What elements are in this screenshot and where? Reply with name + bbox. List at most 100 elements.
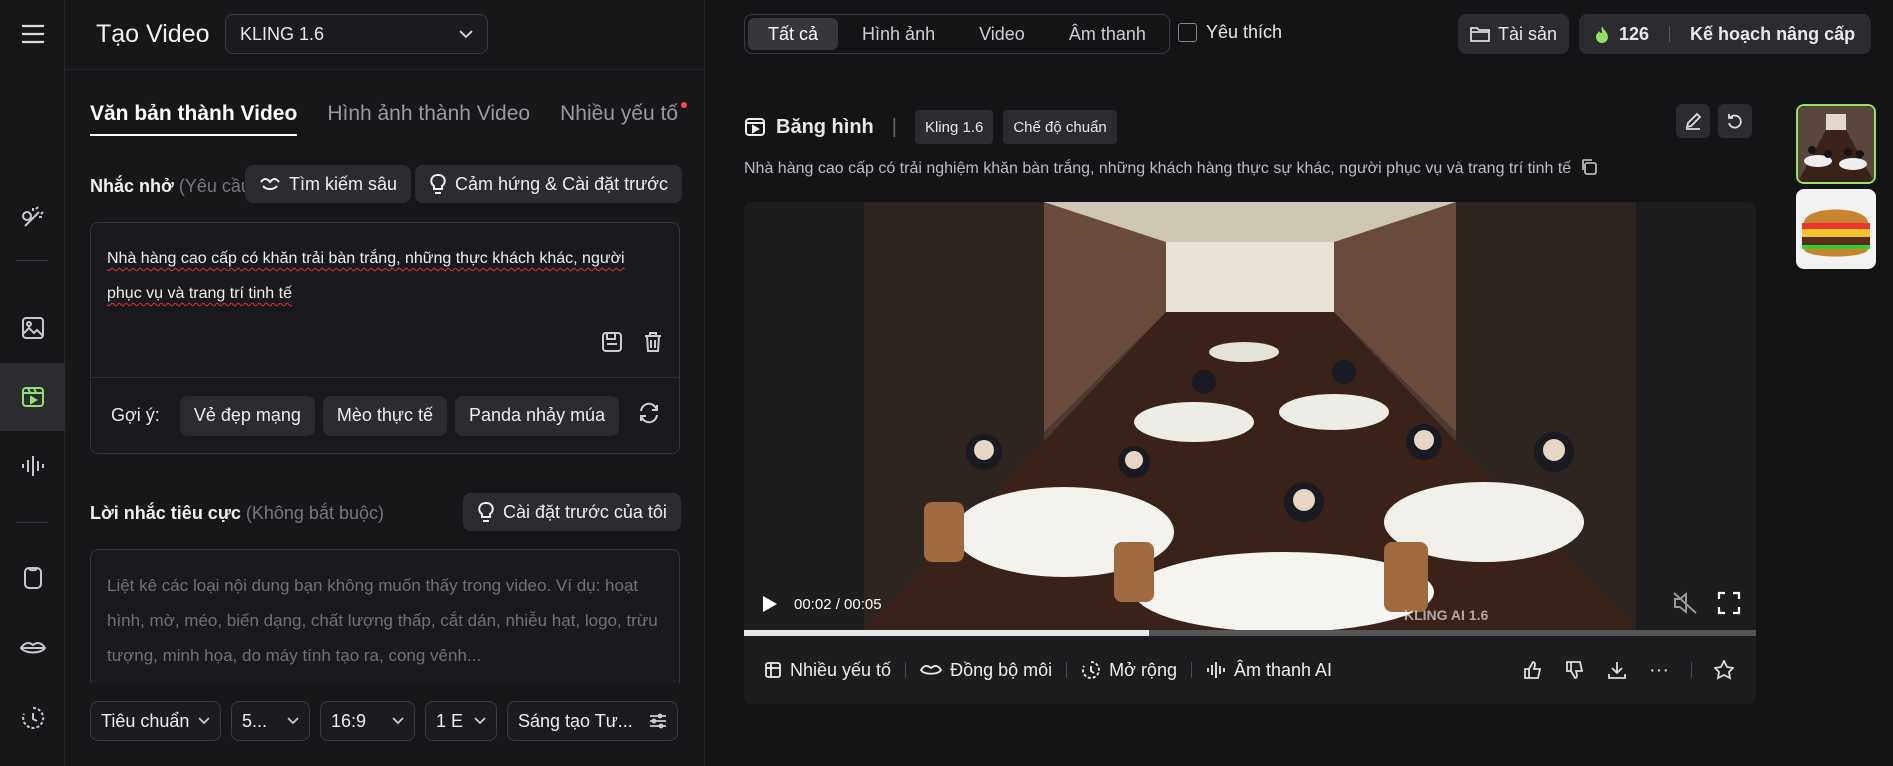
prompt-label: Nhắc nhở (Yêu cầu) — [90, 176, 257, 197]
thumbnail-burger[interactable] — [1796, 189, 1876, 269]
tab-image-to-video[interactable]: Hình ảnh thành Video — [327, 102, 530, 126]
more-icon[interactable]: ··· — [1649, 660, 1669, 680]
tab-text-to-video[interactable]: Văn bản thành Video — [90, 102, 298, 136]
ai-audio-button[interactable]: Âm thanh AI — [1206, 660, 1332, 681]
my-preset-button[interactable]: Cài đặt trước của tôi — [463, 493, 681, 531]
menu-icon[interactable] — [0, 0, 65, 68]
extend-button[interactable]: Mở rộng — [1081, 660, 1177, 681]
folder-icon — [1470, 27, 1490, 42]
image-icon[interactable] — [0, 294, 65, 362]
audio-wave-icon[interactable] — [0, 432, 65, 500]
negative-box: Liệt kê các loại nội dung bạn không muốn… — [90, 549, 680, 683]
duration-select-value: 5... — [242, 710, 268, 731]
video-time: 00:02 / 00:05 — [794, 596, 882, 613]
tab-multi-element-label: Nhiều yếu tố — [560, 102, 679, 125]
card-description-text: Nhà hàng cao cấp có trải nghiệm khăn bàn… — [744, 160, 1572, 177]
lip-sync-button[interactable]: Đồng bộ môi — [920, 660, 1052, 681]
upgrade-label: Kế hoạch nâng cấp — [1690, 23, 1856, 44]
credits-count: 126 — [1619, 23, 1650, 44]
duration-select[interactable]: 5... — [231, 701, 310, 741]
tab-multi-element[interactable]: Nhiều yếu tố — [560, 102, 688, 126]
thumbs-up-icon[interactable] — [1523, 660, 1543, 680]
card-description: Nhà hàng cao cấp có trải nghiệm khăn bàn… — [744, 158, 1598, 178]
type-filter: Tất cả Hình ảnh Video Âm thanh — [744, 14, 1170, 54]
inspiration-button[interactable]: Cảm hứng & Cài đặt trước — [415, 165, 682, 203]
icon-rail — [0, 0, 65, 766]
refresh-icon[interactable] — [637, 401, 661, 430]
aspect-ratio-select-value: 16:9 — [331, 710, 367, 731]
sliders-icon — [650, 713, 666, 729]
negative-label: Lời nhắc tiêu cực (Không bắt buộc) — [90, 503, 384, 524]
fullscreen-icon[interactable] — [1717, 591, 1741, 620]
creativity-select-value: Sáng tạo Tư... — [518, 710, 633, 731]
video-icon[interactable] — [0, 363, 65, 431]
flame-icon — [1596, 26, 1608, 43]
chevron-down-icon — [198, 717, 210, 725]
action-divider — [1190, 662, 1192, 678]
filter-audio[interactable]: Âm thanh — [1049, 18, 1166, 50]
credits-upgrade-button[interactable]: 126 Kế hoạch nâng cấp — [1579, 14, 1872, 54]
history-icon[interactable] — [0, 684, 65, 752]
filter-videos[interactable]: Video — [959, 18, 1045, 50]
lips-icon — [920, 665, 943, 675]
action-divider — [905, 662, 907, 678]
quality-select-value: Tiêu chuẩn — [101, 710, 190, 731]
thumbs-down-icon[interactable] — [1565, 660, 1585, 680]
suggestion-chip[interactable]: Vẻ đẹp mạng — [179, 395, 315, 436]
assets-button[interactable]: Tài sản — [1458, 14, 1570, 54]
mode-badge: Chế độ chuẩn — [1003, 110, 1117, 144]
negative-prompt-input[interactable]: Liệt kê các loại nội dung bạn không muốn… — [107, 568, 659, 673]
suggestion-chip[interactable]: Panda nhảy múa — [454, 395, 620, 436]
regenerate-icon[interactable] — [1718, 104, 1752, 138]
watermark: KLING AI 1.6 — [1404, 607, 1489, 623]
panel-header: Tạo Video KLING 1.6 — [65, 0, 705, 70]
save-icon[interactable] — [600, 330, 624, 354]
negative-optional-hint: (Không bắt buộc) — [245, 503, 384, 523]
favorites-checkbox[interactable] — [1178, 23, 1197, 42]
lightbulb-icon — [430, 173, 446, 194]
chevron-down-icon — [474, 717, 486, 725]
chevron-down-icon — [459, 29, 473, 38]
multi-element-label: Nhiều yếu tố — [790, 659, 892, 680]
card-title: Băng hình — [776, 115, 874, 138]
filter-images[interactable]: Hình ảnh — [842, 18, 955, 50]
assets-label: Tài sản — [1498, 23, 1558, 44]
count-select[interactable]: 1 E — [425, 701, 497, 741]
deep-search-button[interactable]: Tìm kiếm sâu — [245, 165, 412, 203]
lightbulb-icon — [478, 501, 494, 522]
action-divider — [1691, 662, 1692, 678]
model-badge: Kling 1.6 — [914, 110, 994, 144]
filter-all[interactable]: Tất cả — [748, 18, 839, 50]
copy-icon[interactable] — [1580, 158, 1598, 176]
extend-label: Mở rộng — [1109, 659, 1177, 680]
magic-wand-icon[interactable] — [0, 184, 65, 252]
new-dot — [681, 102, 688, 108]
lips-icon[interactable] — [0, 614, 65, 682]
shirt-icon[interactable] — [0, 544, 65, 612]
prompt-input[interactable]: Nhà hàng cao cấp có khăn trải bàn trắng,… — [107, 241, 659, 311]
extend-icon — [1082, 661, 1100, 679]
video-player[interactable]: 00:02 / 00:05 KLING AI 1.6 — [744, 202, 1756, 636]
favorites-toggle[interactable]: Yêu thích — [1178, 22, 1282, 43]
title-divider: | — [891, 115, 897, 138]
mute-icon[interactable] — [1672, 591, 1698, 620]
creativity-select[interactable]: Sáng tạo Tư... — [507, 701, 678, 741]
trash-icon[interactable] — [641, 330, 665, 354]
thumbnail-restaurant[interactable] — [1796, 104, 1876, 184]
edit-icon[interactable] — [1676, 104, 1710, 138]
card-header: Băng hình | Kling 1.6 Chế độ chuẩn — [744, 110, 1117, 144]
quality-select[interactable]: Tiêu chuẩn — [90, 701, 221, 741]
deep-search-label: Tìm kiếm sâu — [289, 173, 398, 194]
aspect-ratio-select[interactable]: 16:9 — [320, 701, 415, 741]
action-divider — [1066, 662, 1068, 678]
suggestions-row: Gợi ý: Vẻ đẹp mạng Mèo thực tế Panda nhả… — [91, 377, 679, 453]
star-icon[interactable] — [1714, 660, 1734, 680]
multi-element-icon — [765, 662, 781, 678]
model-select[interactable]: KLING 1.6 — [225, 14, 488, 54]
create-panel: Tạo Video KLING 1.6 Văn bản thành Video … — [65, 0, 705, 766]
multi-element-button[interactable]: Nhiều yếu tố — [764, 660, 891, 681]
play-icon[interactable] — [762, 595, 778, 618]
suggestion-chip[interactable]: Mèo thực tế — [322, 395, 447, 436]
chevron-down-icon — [287, 717, 299, 725]
download-icon[interactable] — [1607, 660, 1627, 680]
